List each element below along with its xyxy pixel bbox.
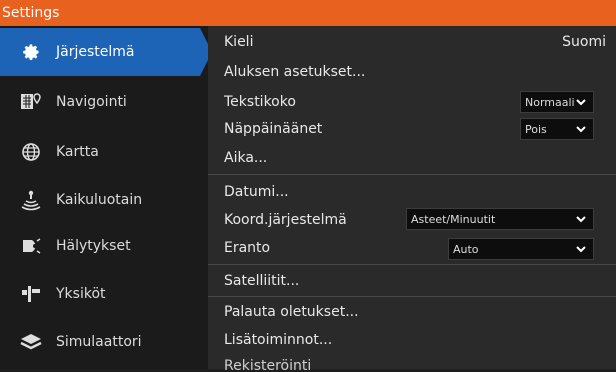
vessel-settings-label: Aluksen asetukset... — [224, 64, 366, 80]
globe-icon — [20, 141, 42, 163]
advanced-row[interactable]: Lisätoiminnot... — [208, 326, 616, 354]
language-value: Suomi — [562, 34, 606, 50]
units-icon — [20, 283, 42, 305]
coord-system-select[interactable]: Asteet/Minuutit — [406, 208, 594, 230]
restore-defaults-label: Palauta oletukset... — [224, 304, 359, 320]
chevron-down-icon — [576, 126, 586, 133]
restore-defaults-row[interactable]: Palauta oletukset... — [208, 298, 616, 326]
sidebar-item-label: Yksiköt — [56, 286, 106, 302]
settings-panel: Kieli Suomi Aluksen asetukset... Tekstik… — [208, 26, 616, 372]
sidebar-item-label: Järjestelmä — [56, 44, 135, 60]
sidebar-item-halytykset[interactable]: Hälytykset — [0, 222, 208, 270]
sidebar-item-navigointi[interactable]: Navigointi — [0, 78, 208, 126]
window-title: Settings — [0, 0, 616, 26]
text-size-value: Normaali — [525, 95, 575, 109]
variation-label: Eranto — [224, 240, 271, 256]
key-sounds-label: Näppäinäänet — [224, 121, 323, 137]
language-label: Kieli — [224, 34, 254, 50]
text-size-label: Tekstikoko — [224, 94, 296, 110]
time-label: Aika... — [224, 150, 268, 166]
coord-system-value: Asteet/Minuutit — [411, 212, 496, 226]
key-sounds-select[interactable]: Pois — [520, 118, 594, 140]
chevron-down-icon — [576, 99, 586, 106]
variation-row: Eranto Auto — [208, 234, 616, 262]
text-size-row: Tekstikoko Normaali — [208, 88, 616, 116]
registration-label: Rekisteröinti — [224, 358, 312, 372]
sonar-icon — [20, 189, 42, 211]
sidebar-item-yksikot[interactable]: Yksiköt — [0, 270, 208, 318]
sidebar-item-label: Hälytykset — [56, 238, 131, 254]
advanced-label: Lisätoiminnot... — [224, 332, 333, 348]
divider — [208, 264, 616, 265]
time-row[interactable]: Aika... — [208, 144, 616, 172]
key-sounds-value: Pois — [525, 122, 547, 136]
vessel-settings-row[interactable]: Aluksen asetukset... — [208, 58, 616, 86]
divider — [208, 296, 616, 297]
navigation-icon — [20, 91, 42, 113]
settings-sidebar: Järjestelmä Navigointi Kartta Kaikuluota… — [0, 26, 212, 369]
sidebar-item-label: Navigointi — [56, 94, 127, 110]
satellites-row[interactable]: Satelliitit... — [208, 267, 616, 295]
variation-select[interactable]: Auto — [448, 238, 594, 260]
satellites-label: Satelliitit... — [224, 273, 300, 289]
gear-icon — [20, 41, 42, 63]
key-sounds-row: Näppäinäänet Pois — [208, 115, 616, 143]
text-size-select[interactable]: Normaali — [520, 91, 594, 113]
sidebar-item-simulaattori[interactable]: Simulaattori — [0, 318, 208, 366]
sidebar-item-label: Kaikuluotain — [56, 192, 143, 208]
registration-row[interactable]: Rekisteröinti — [208, 358, 616, 372]
variation-value: Auto — [453, 242, 479, 256]
datum-row[interactable]: Datumi... — [208, 178, 616, 206]
alarm-icon — [20, 235, 42, 257]
language-row[interactable]: Kieli Suomi — [208, 28, 616, 56]
datum-label: Datumi... — [224, 184, 289, 200]
coord-system-row: Koord.järjestelmä Asteet/Minuutit — [208, 206, 616, 234]
chevron-down-icon — [576, 246, 586, 253]
sidebar-item-label: Simulaattori — [56, 334, 142, 350]
coord-system-label: Koord.järjestelmä — [224, 212, 347, 228]
sidebar-item-jarjestelma[interactable]: Järjestelmä — [0, 28, 212, 76]
divider — [208, 174, 616, 175]
sidebar-item-label: Kartta — [56, 144, 99, 160]
sidebar-item-kaikuluotain[interactable]: Kaikuluotain — [0, 176, 208, 224]
chevron-down-icon — [576, 216, 586, 223]
layers-icon — [20, 331, 42, 353]
sidebar-item-kartta[interactable]: Kartta — [0, 128, 208, 176]
